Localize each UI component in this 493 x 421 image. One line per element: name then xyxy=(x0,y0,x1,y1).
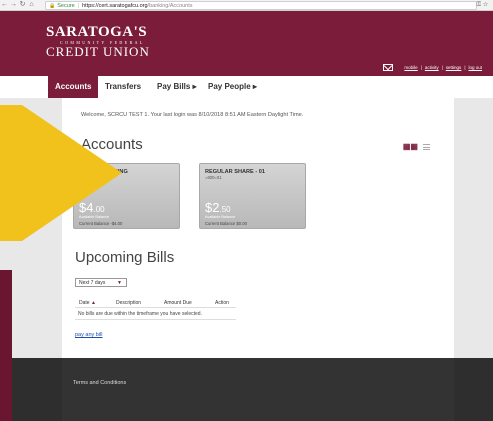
current-balance: Current Balance $0.00 xyxy=(205,221,247,226)
main-nav: Accounts Transfers Pay Bills ▸ Pay Peopl… xyxy=(0,76,493,98)
reload-icon[interactable]: ↻ xyxy=(18,0,27,10)
utility-divider: | xyxy=(464,65,466,70)
utility-nav: mobile | activity | settings | log out xyxy=(383,64,485,71)
tab-pay-people[interactable]: Pay People ▸ xyxy=(208,76,257,98)
url-separator: | xyxy=(77,2,80,9)
forward-icon[interactable]: → xyxy=(9,0,18,10)
mobile-link[interactable]: mobile xyxy=(404,65,417,70)
right-gutter xyxy=(454,98,493,358)
divider xyxy=(75,319,236,320)
browser-toolbar: ← → ↻ ⌂ 🔒 Secure | https://cert.saratoga… xyxy=(0,0,493,11)
back-icon[interactable]: ← xyxy=(0,0,9,10)
site-footer: Terms and Conditions xyxy=(62,358,454,421)
bills-range-select[interactable]: Next 7 days ▼ xyxy=(75,278,127,287)
lock-icon: 🔒 xyxy=(49,2,56,9)
list-view-icon[interactable] xyxy=(423,143,430,150)
home-icon[interactable]: ⌂ xyxy=(27,0,36,10)
tab-pay-bills[interactable]: Pay Bills ▸ xyxy=(157,76,197,98)
tab-accounts[interactable]: Accounts xyxy=(48,76,99,98)
sort-ascending-icon: ▲ xyxy=(90,300,96,306)
upcoming-bills-heading: Upcoming Bills xyxy=(75,249,175,266)
divider xyxy=(75,307,236,308)
terms-link[interactable]: Terms and Conditions xyxy=(73,380,126,386)
column-date[interactable]: Date ▲ xyxy=(79,300,96,306)
logo-line-1: SARATOGA'S xyxy=(46,24,148,40)
secure-label: Secure xyxy=(57,2,75,9)
view-toggle: ▦▦ xyxy=(403,142,430,151)
utility-divider: | xyxy=(420,65,422,70)
decorative-yellow-shape xyxy=(0,105,22,241)
footer-gutter-right xyxy=(454,358,493,421)
column-action: Action xyxy=(215,300,229,306)
tab-transfers[interactable]: Transfers xyxy=(105,76,141,98)
column-description: Description xyxy=(116,300,142,306)
activity-link[interactable]: activity xyxy=(425,65,439,70)
url-path: /banking/Accounts xyxy=(147,2,193,9)
decorative-maroon-shape xyxy=(0,270,12,421)
utility-divider: | xyxy=(441,65,443,70)
site-header: SARATOGA'S COMMUNITY FEDERAL CREDIT UNIO… xyxy=(0,11,493,76)
pay-any-bill-link[interactable]: pay any bill xyxy=(75,332,103,338)
logout-link[interactable]: log out xyxy=(468,65,482,70)
bookmark-star-icon[interactable]: ⚿☆ xyxy=(477,0,490,11)
address-bar[interactable]: 🔒 Secure | https://cert.saratogafcu.org … xyxy=(45,1,477,10)
column-date-label: Date xyxy=(79,300,90,306)
page: ← → ↻ ⌂ 🔒 Secure | https://cert.saratoga… xyxy=(0,0,493,421)
logo-line-3: CREDIT UNION xyxy=(46,44,150,59)
chevron-down-icon: ▼ xyxy=(117,280,122,286)
settings-link[interactable]: settings xyxy=(446,65,462,70)
decorative-yellow-arrow xyxy=(22,105,122,241)
mail-icon[interactable] xyxy=(383,64,394,71)
grid-view-icon[interactable]: ▦▦ xyxy=(403,142,418,151)
column-amount-due: Amount Due xyxy=(164,300,192,306)
balance-cents: .50 xyxy=(219,205,231,214)
bills-empty-message: No bills are due within the timeframe yo… xyxy=(78,311,202,317)
available-label: Available Balance xyxy=(205,215,236,219)
url-host: https://cert.saratogafcu.org xyxy=(82,2,148,9)
bills-range-value: Next 7 days xyxy=(79,280,106,286)
account-number: =600=01 xyxy=(205,175,222,180)
available-balance: $2.50 xyxy=(205,200,231,215)
brand-logo[interactable]: SARATOGA'S COMMUNITY FEDERAL CREDIT UNIO… xyxy=(46,24,150,59)
account-card-share[interactable]: REGULAR SHARE - 01 =600=01 $2.50 Availab… xyxy=(199,163,306,229)
